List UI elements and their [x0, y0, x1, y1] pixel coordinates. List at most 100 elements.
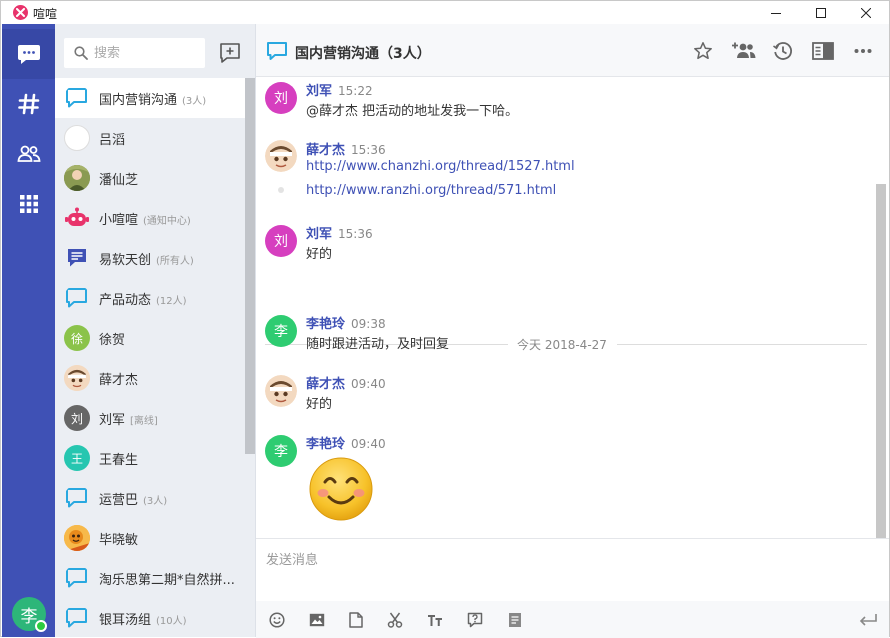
window-title: 喧喧 — [33, 7, 58, 21]
message-avatar[interactable]: 刘 — [265, 225, 297, 257]
message-text: 好的 — [306, 397, 333, 412]
message-sender[interactable]: 李艳玲 09:38 — [306, 313, 386, 332]
message-time: 15:36 — [338, 227, 373, 241]
nav-channels[interactable] — [2, 79, 55, 129]
send-button[interactable] — [858, 611, 878, 629]
message-text: 随时跟进活动，及时回复 — [306, 337, 450, 352]
message-input[interactable] — [266, 549, 866, 593]
scissors-icon — [387, 612, 403, 628]
chat-list-panel: 国内营销沟通 (3人) 吕滔潘仙芝小喧喧 (通知中心) 易软天创 (所有人) 产品动态 (12… — [55, 24, 256, 637]
minimize-button[interactable] — [753, 1, 798, 24]
note-button[interactable] — [506, 611, 524, 629]
message-avatar[interactable]: 刘 — [265, 82, 297, 114]
search-input[interactable] — [94, 44, 199, 62]
chat-subtitle: (所有人) — [156, 256, 194, 267]
group-chat-icon — [64, 485, 90, 511]
chat-title: 国内营销沟通（3人） — [295, 46, 431, 62]
message-avatar[interactable]: 李 — [265, 435, 297, 467]
more-button[interactable] — [852, 40, 874, 62]
chat-list-item[interactable]: 刘刘军 [离线] — [55, 398, 245, 438]
message-avatar[interactable] — [265, 140, 297, 172]
person-avatar-photo — [265, 375, 297, 407]
search-box[interactable] — [64, 38, 205, 68]
chat-subtitle: (3人) — [143, 496, 168, 507]
screenshot-button[interactable] — [386, 611, 404, 629]
chat-list-item[interactable]: 产品动态 (12人) — [55, 278, 245, 318]
history-button[interactable] — [772, 40, 794, 62]
sidebar-button[interactable] — [812, 40, 834, 62]
chat-list-item[interactable]: 运营巴 (3人) — [55, 478, 245, 518]
chat-name: 易软天创 (所有人) — [99, 249, 194, 268]
message-avatar[interactable]: 李 — [265, 315, 297, 347]
document-icon — [64, 245, 90, 271]
chat-list-item[interactable]: 小喧喧 (通知中心) — [55, 198, 245, 238]
person-photo-icon — [64, 525, 90, 551]
emoji-icon — [269, 612, 285, 628]
emoji-button[interactable] — [268, 611, 286, 629]
chat-list-item[interactable]: 国内营销沟通 (3人) — [55, 78, 245, 118]
message-sender[interactable]: 刘军 15:22 — [306, 80, 373, 99]
file-icon — [349, 612, 363, 628]
message-time: 09:40 — [351, 377, 386, 391]
help-button[interactable] — [466, 611, 484, 629]
chat-name: 毕晓敏 — [99, 529, 138, 548]
chat-name: 潘仙芝 — [99, 169, 138, 188]
chat-name-text: 淘乐思第二期*自然拼... — [99, 573, 235, 588]
online-status-icon — [35, 620, 47, 632]
image-button[interactable] — [308, 611, 326, 629]
chat-list-item[interactable]: 吕滔 — [55, 118, 245, 158]
message-sender[interactable]: 薛才杰 15:36 — [306, 139, 386, 158]
input-toolbar — [256, 601, 889, 638]
font-size-icon — [428, 615, 442, 626]
maximize-button[interactable] — [798, 1, 843, 24]
chat-name-text: 薛才杰 — [99, 373, 139, 388]
chat-area: 国内营销沟通（3人） 刘 刘军 15:22 @薛才杰 把活动的地址发我一下哈。 … — [256, 24, 889, 638]
chat-name-text: 吕滔 — [99, 133, 126, 148]
chat-list-item[interactable]: 王王春生 — [55, 438, 245, 478]
person-avatar-photo — [265, 140, 297, 172]
chat-subtitle: (10人) — [156, 616, 187, 627]
chat-list-item[interactable]: 潘仙芝 — [55, 158, 245, 198]
chat-list-item[interactable]: 易软天创 (所有人) — [55, 238, 245, 278]
send-icon — [859, 614, 877, 626]
font-size-button[interactable] — [426, 611, 444, 629]
chat-subtitle: (12人) — [156, 296, 187, 307]
nav-contacts[interactable] — [2, 129, 55, 179]
close-button[interactable] — [843, 1, 888, 24]
message-link[interactable]: http://www.ranzhi.org/thread/571.html — [306, 183, 556, 198]
chat-list-scrollbar[interactable] — [245, 78, 255, 454]
chat-name: 运营巴 (3人) — [99, 489, 167, 508]
add-member-button[interactable] — [731, 40, 757, 62]
nav-chats[interactable] — [2, 29, 55, 79]
chat-list-item[interactable]: 徐徐贺 — [55, 318, 245, 358]
chat-subtitle: [离线] — [130, 416, 158, 427]
message-time: 09:40 — [351, 437, 386, 451]
message-scrollbar[interactable] — [876, 184, 886, 538]
sender-name: 刘军 — [306, 227, 333, 242]
letter-avatar: 刘 — [64, 405, 90, 431]
message-avatar[interactable] — [265, 375, 297, 407]
search-icon — [74, 46, 88, 60]
message-link[interactable]: http://www.chanzhi.org/thread/1527.html — [306, 159, 575, 174]
add-chat-icon — [220, 43, 240, 63]
star-icon — [694, 42, 712, 60]
chat-name: 徐贺 — [99, 329, 125, 348]
group-chat-icon — [267, 42, 287, 60]
app-logo-icon — [13, 5, 28, 20]
contacts-icon — [17, 145, 40, 162]
chat-list-item[interactable]: 薛才杰 — [55, 358, 245, 398]
chat-list-item[interactable]: 银耳汤组 (10人) — [55, 598, 245, 637]
nav-apps[interactable] — [2, 179, 55, 229]
message-sender[interactable]: 刘军 15:36 — [306, 223, 373, 242]
message-time: 15:22 — [338, 84, 373, 98]
new-chat-button[interactable] — [218, 41, 242, 65]
sender-name: 刘军 — [306, 84, 333, 99]
message-sender[interactable]: 李艳玲 09:40 — [306, 433, 386, 452]
person-photo-icon — [64, 165, 90, 191]
file-button[interactable] — [347, 611, 365, 629]
chat-list-item[interactable]: 淘乐思第二期*自然拼... — [55, 558, 245, 598]
message-sender[interactable]: 薛才杰 09:40 — [306, 373, 386, 392]
star-button[interactable] — [692, 40, 714, 62]
chat-list-item[interactable]: 毕晓敏 — [55, 518, 245, 558]
chat-name: 小喧喧 (通知中心) — [99, 209, 191, 228]
